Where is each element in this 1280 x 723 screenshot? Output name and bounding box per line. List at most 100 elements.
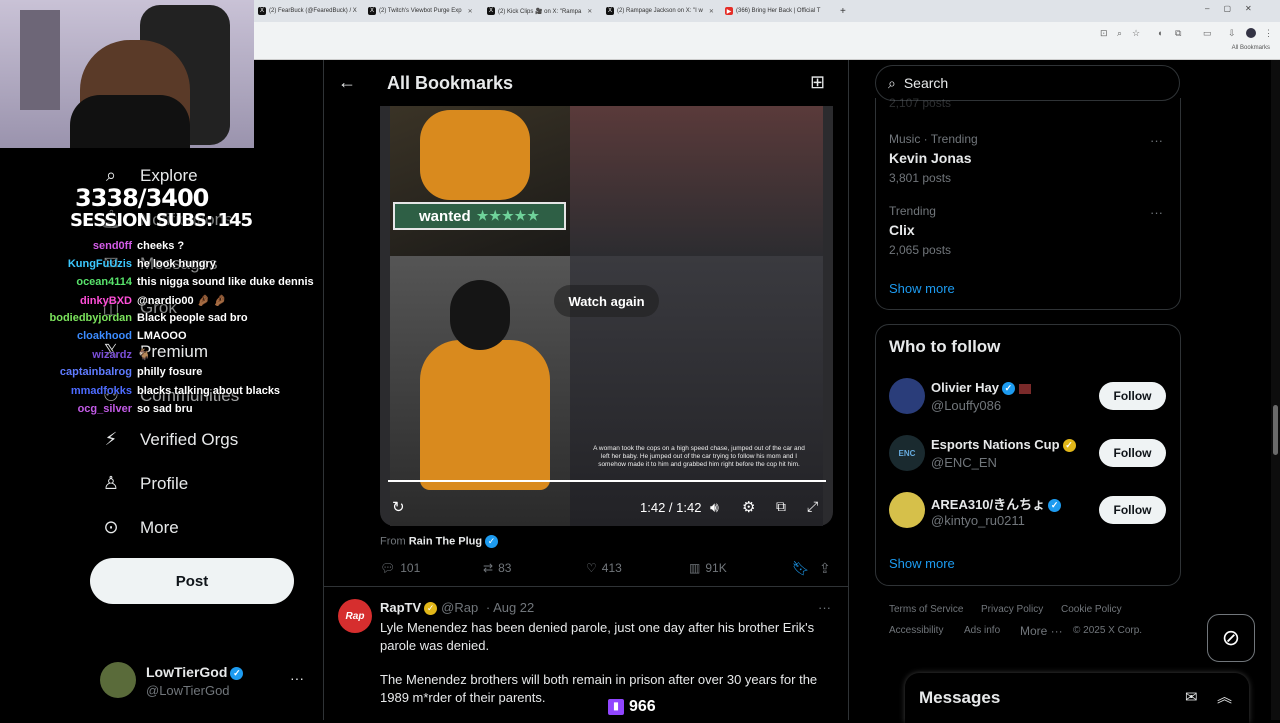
chat-message: this nigga sound like duke dennis <box>137 276 314 288</box>
chevron-up-icon[interactable]: ︽ <box>1217 686 1232 707</box>
chat-message: he look hungry <box>137 258 216 270</box>
follow-suggestion-name[interactable]: Esports Nations Cup ✓ <box>931 437 1076 453</box>
fullscreen-icon[interactable]: ⤢ <box>807 498 818 515</box>
share-icon[interactable]: ⇪ <box>819 560 831 577</box>
heart-icon: ♡ <box>586 561 597 575</box>
footer-copyright: © 2025 X Corp. <box>1073 625 1143 636</box>
account-more-icon[interactable]: ··· <box>290 670 304 686</box>
scrollbar[interactable] <box>1271 60 1280 720</box>
follow-button[interactable]: Follow <box>1099 382 1166 410</box>
scrollbar-thumb[interactable] <box>1273 405 1278 455</box>
watch-again-button[interactable]: Watch again <box>554 285 659 317</box>
window-controls[interactable]: –▢✕ <box>1205 4 1266 13</box>
chat-line: send0ff cheeks ? <box>40 240 184 252</box>
bookmark-filled-icon[interactable]: 🔖︎ <box>792 560 810 577</box>
chat-message: Black people sad bro <box>137 312 248 324</box>
browser-tab[interactable]: X (2) Kick Clips 🎥 on X: "Rampa ✕ <box>487 3 605 19</box>
menu-icon[interactable]: ⋮ <box>1264 28 1274 38</box>
grok-icon[interactable]: ⊘ <box>1207 614 1255 662</box>
trend-count-partial: 2,107 posts <box>889 96 952 110</box>
trend-item[interactable]: Music · Trending Kevin Jonas 3,801 posts <box>889 132 978 185</box>
sidebar-item-explore[interactable]: ⌕ Explore <box>100 165 198 186</box>
messages-dock-title: Messages <box>919 688 1001 707</box>
close-tab-icon[interactable]: ✕ <box>587 8 592 15</box>
download-icon[interactable]: ⇩ <box>1228 28 1238 38</box>
profile-avatar[interactable] <box>1246 28 1256 38</box>
reply-icon: 💬︎ <box>380 561 396 575</box>
like-button[interactable]: ♡ 413 <box>586 561 622 575</box>
replay-icon[interactable]: ↻ <box>392 498 405 516</box>
verified-gold-badge-icon: ✓ <box>1062 439 1076 453</box>
who-to-follow-show-more-link[interactable]: Show more <box>889 556 955 571</box>
reply-button[interactable]: 💬︎ 101 <box>380 561 420 575</box>
footer-ads-link[interactable]: Ads info <box>964 625 1000 636</box>
sidebar-item-verified-orgs[interactable]: ⚡︎ Verified Orgs <box>100 429 239 450</box>
search-input[interactable] <box>903 75 1154 91</box>
install-icon[interactable]: ⊡ <box>1100 28 1110 38</box>
trend-more-icon[interactable]: ··· <box>1150 205 1163 220</box>
close-tab-icon[interactable]: ✕ <box>468 8 473 15</box>
audio-icon[interactable]: ◖ <box>1157 28 1167 38</box>
webcam-feed <box>0 0 254 148</box>
session-subs-counter: SESSION SUBS: 145 <box>70 210 253 231</box>
star-icon[interactable]: ☆ <box>1132 28 1142 38</box>
chat-username: ocean4114 <box>76 276 132 288</box>
trend-item[interactable]: Trending Clix 2,065 posts <box>889 204 951 257</box>
sidebar-item-more[interactable]: ⊙ More <box>100 517 178 538</box>
chat-line: bodiedbyjordan Black people sad bro <box>40 312 248 324</box>
chat-username: send0ff <box>92 240 132 252</box>
browser-tab[interactable]: X (2) Rampage Jackson on X: "I w ✕ <box>606 3 724 19</box>
follow-button[interactable]: Follow <box>1099 496 1166 524</box>
trend-more-icon[interactable]: ··· <box>1150 133 1163 148</box>
close-tab-icon[interactable]: ✕ <box>709 8 714 15</box>
chat-message: cheeks ? <box>137 240 185 252</box>
chat-username: captainbalrog <box>59 366 132 378</box>
sidebar-item-profile[interactable]: ♙ Profile <box>100 473 188 494</box>
avatar[interactable] <box>889 378 925 414</box>
views-button[interactable]: ▥ 91K <box>689 561 727 575</box>
avatar[interactable]: Rap <box>338 599 372 633</box>
pip-icon[interactable]: ⧉ <box>776 498 786 515</box>
avatar <box>100 662 136 698</box>
follow-suggestion-name[interactable]: AREA310/きんちょ ✓ <box>931 494 1062 513</box>
new-message-icon[interactable]: ✉ <box>1185 688 1198 706</box>
footer-more-link[interactable]: More ··· <box>1020 624 1063 638</box>
x-logo-icon: X <box>487 7 495 15</box>
tweet-more-icon[interactable]: ··· <box>818 600 831 615</box>
person-icon: ♙ <box>102 473 120 493</box>
browser-tab[interactable]: X (2) Twitch's Viewbot Purge Exp ✕ <box>368 3 486 19</box>
browser-tab[interactable]: ▶ (366) Bring Her Back | Official T <box>725 3 835 19</box>
bookmark-add-icon[interactable]: ⊞ <box>810 72 825 93</box>
avatar[interactable] <box>889 492 925 528</box>
video-progress-bar[interactable] <box>388 480 826 482</box>
chat-message: philly fosure <box>137 366 203 378</box>
sidebar-icon[interactable]: ▭ <box>1203 28 1213 38</box>
browser-tab[interactable]: X (2) FearBuck (@FearedBuck) / X <box>258 3 368 19</box>
gear-icon[interactable]: ⚙ <box>742 498 755 516</box>
new-tab-button[interactable]: + <box>840 3 852 19</box>
youtube-logo-icon: ▶ <box>725 7 733 15</box>
twitch-icon: ▮ <box>608 699 624 715</box>
chat-line: ocg_silver so sad bru <box>40 403 193 415</box>
chat-username: ocg_silver <box>77 403 132 415</box>
footer-accessibility-link[interactable]: Accessibility <box>889 625 943 636</box>
bookmarks-folder-label[interactable]: All Bookmarks <box>1232 45 1270 51</box>
volume-icon[interactable]: 🔊︎ <box>710 499 719 516</box>
account-handle: @LowTierGod <box>146 683 230 698</box>
footer-privacy-link[interactable]: Privacy Policy <box>981 604 1043 615</box>
follow-button[interactable]: Follow <box>1099 439 1166 467</box>
source-attribution[interactable]: From Rain The Plug ✓ <box>380 535 499 548</box>
chat-message: 🐐 <box>137 349 151 361</box>
follow-suggestion-handle: @ENC_EN <box>931 455 997 470</box>
footer-cookie-link[interactable]: Cookie Policy <box>1061 604 1122 615</box>
trends-show-more-link[interactable]: Show more <box>889 281 955 296</box>
repost-button[interactable]: ⇄ 83 <box>483 561 511 575</box>
tweet-header: RapTV ✓ @Rap · Aug 22 <box>380 600 535 616</box>
avatar[interactable]: ENC <box>889 435 925 471</box>
footer-terms-link[interactable]: Terms of Service <box>889 604 963 615</box>
search-icon[interactable]: ⌕ <box>1117 28 1127 38</box>
post-button[interactable]: Post <box>90 558 294 604</box>
back-arrow-icon[interactable]: ← <box>338 72 356 93</box>
extension-icon[interactable]: ⧉ <box>1175 28 1185 38</box>
follow-suggestion-name[interactable]: Olivier Hay ✓ <box>931 380 1031 396</box>
